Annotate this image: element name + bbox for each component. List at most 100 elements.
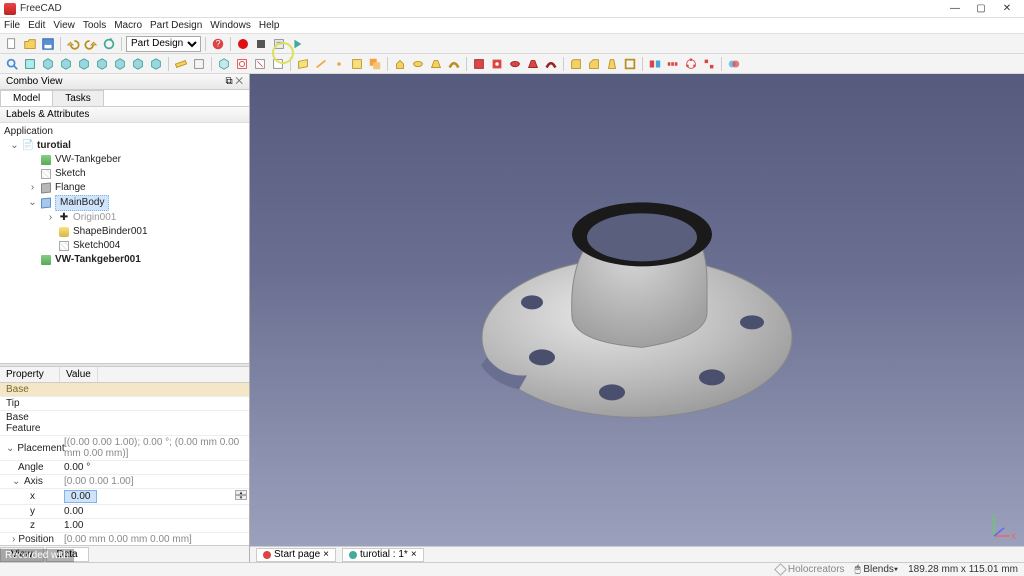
tab-tasks[interactable]: Tasks [52, 90, 104, 106]
sub-loft-icon[interactable] [525, 56, 541, 72]
tree-item[interactable]: Sketch004 [73, 239, 120, 253]
sub-sweep-icon[interactable] [543, 56, 559, 72]
app-icon [4, 3, 16, 15]
zoom-fit-icon[interactable] [4, 56, 20, 72]
draw-style-icon[interactable] [22, 56, 38, 72]
prop-value[interactable]: [(0.00 0.00 1.00); 0.00 °; (0.00 mm 0.00… [60, 436, 249, 460]
linear-pattern-icon[interactable] [665, 56, 681, 72]
expand-icon[interactable]: › [46, 211, 55, 225]
tree-item[interactable]: VW-Tankgeber [55, 153, 121, 167]
multi-transform-icon[interactable] [701, 56, 717, 72]
3d-viewport[interactable]: x z Start page × turotial : 1* × [250, 74, 1024, 562]
datum-point-icon[interactable] [331, 56, 347, 72]
view-front-icon[interactable] [58, 56, 74, 72]
prop-value[interactable]: [0.00 mm 0.00 mm 0.00 mm] [60, 533, 249, 545]
navstyle-dropdown[interactable]: 🖱 Blends▾ [855, 564, 899, 575]
panel-close-icon[interactable]: ✕ [235, 76, 243, 87]
macro-record-icon[interactable] [235, 36, 251, 52]
pad-icon[interactable] [392, 56, 408, 72]
tab-model[interactable]: Model [0, 90, 53, 106]
fillet-icon[interactable] [568, 56, 584, 72]
new-doc-icon[interactable] [4, 36, 20, 52]
menu-macro[interactable]: Macro [114, 20, 142, 31]
view-rear-icon[interactable] [112, 56, 128, 72]
model-tree[interactable]: Application ⌄📄turotial VW-Tankgeber Sket… [0, 123, 249, 363]
chamfer-icon[interactable] [586, 56, 602, 72]
sweep-icon[interactable] [446, 56, 462, 72]
polar-pattern-icon[interactable] [683, 56, 699, 72]
save-icon[interactable] [40, 36, 56, 52]
view-top-icon[interactable] [76, 56, 92, 72]
menu-tools[interactable]: Tools [83, 20, 106, 31]
create-body-icon[interactable] [216, 56, 232, 72]
menu-windows[interactable]: Windows [210, 20, 251, 31]
tree-project[interactable]: turotial [37, 139, 71, 153]
view-iso-icon[interactable] [40, 56, 56, 72]
menu-view[interactable]: View [53, 20, 75, 31]
tree-item[interactable]: Flange [55, 181, 86, 195]
boolean-icon[interactable] [726, 56, 742, 72]
expand-icon[interactable]: › [28, 181, 37, 195]
minimize-button[interactable]: — [942, 1, 968, 17]
document-icon [349, 551, 357, 559]
edit-sketch-icon[interactable] [252, 56, 268, 72]
groove-icon[interactable] [507, 56, 523, 72]
clone-icon[interactable] [367, 56, 383, 72]
toggle-clip-icon[interactable] [191, 56, 207, 72]
panel-float-icon[interactable]: ⧉ [225, 76, 232, 87]
viewport-tab-start[interactable]: Start page × [256, 548, 336, 562]
tree-item[interactable]: Sketch [55, 167, 86, 181]
open-icon[interactable] [22, 36, 38, 52]
redo-icon[interactable] [83, 36, 99, 52]
3d-model[interactable] [457, 162, 817, 445]
hole-icon[interactable] [489, 56, 505, 72]
prop-value[interactable] [60, 397, 249, 410]
mirror-icon[interactable] [647, 56, 663, 72]
prop-key: z [0, 519, 60, 532]
spin-buttons[interactable]: ▴▾ [235, 490, 247, 500]
prop-key[interactable]: ›Position [0, 533, 60, 545]
viewport-tab-doc[interactable]: turotial : 1* × [342, 548, 424, 562]
draft-icon[interactable] [604, 56, 620, 72]
expand-icon[interactable]: ⌄ [10, 139, 19, 153]
macro-stop-icon[interactable] [253, 36, 269, 52]
datum-plane-icon[interactable] [295, 56, 311, 72]
tree-item[interactable]: Origin001 [73, 211, 116, 225]
prop-value[interactable]: 1.00 [60, 519, 249, 532]
revolution-icon[interactable] [410, 56, 426, 72]
undo-icon[interactable] [65, 36, 81, 52]
prop-value[interactable]: 0.00 [60, 505, 249, 518]
nav-cube[interactable]: x z [990, 514, 1016, 540]
refresh-icon[interactable] [101, 36, 117, 52]
shapebinder-icon[interactable] [349, 56, 365, 72]
workbench-selector[interactable]: Part Design [126, 36, 201, 52]
expand-icon[interactable]: ⌄ [28, 196, 37, 210]
tab-close-icon[interactable]: × [323, 549, 329, 560]
tree-item[interactable]: VW-Tankgeber001 [55, 253, 141, 267]
view-bottom-icon[interactable] [130, 56, 146, 72]
prop-key[interactable]: ⌄Axis [0, 475, 60, 488]
measure-icon[interactable] [173, 56, 189, 72]
prop-value[interactable] [60, 411, 249, 435]
create-sketch-icon[interactable] [234, 56, 250, 72]
menu-edit[interactable]: Edit [28, 20, 45, 31]
pocket-icon[interactable] [471, 56, 487, 72]
prop-key[interactable]: ⌄Placement [0, 436, 60, 460]
view-left-icon[interactable] [148, 56, 164, 72]
prop-value[interactable]: [0.00 0.00 1.00] [60, 475, 249, 488]
maximize-button[interactable]: ▢ [968, 1, 994, 17]
menu-help[interactable]: Help [259, 20, 280, 31]
tree-item[interactable]: ShapeBinder001 [73, 225, 148, 239]
loft-icon[interactable] [428, 56, 444, 72]
datum-line-icon[interactable] [313, 56, 329, 72]
view-right-icon[interactable] [94, 56, 110, 72]
whats-this-icon[interactable]: ? [210, 36, 226, 52]
menu-partdesign[interactable]: Part Design [150, 20, 202, 31]
menu-file[interactable]: File [4, 20, 20, 31]
close-button[interactable]: ✕ [994, 1, 1020, 17]
prop-value[interactable]: 0.00 ° [60, 461, 249, 474]
tab-close-icon[interactable]: × [411, 549, 417, 560]
prop-value-editing[interactable]: 0.00▴▾ [60, 489, 249, 504]
thickness-icon[interactable] [622, 56, 638, 72]
tree-item-selected[interactable]: MainBody [55, 195, 109, 211]
